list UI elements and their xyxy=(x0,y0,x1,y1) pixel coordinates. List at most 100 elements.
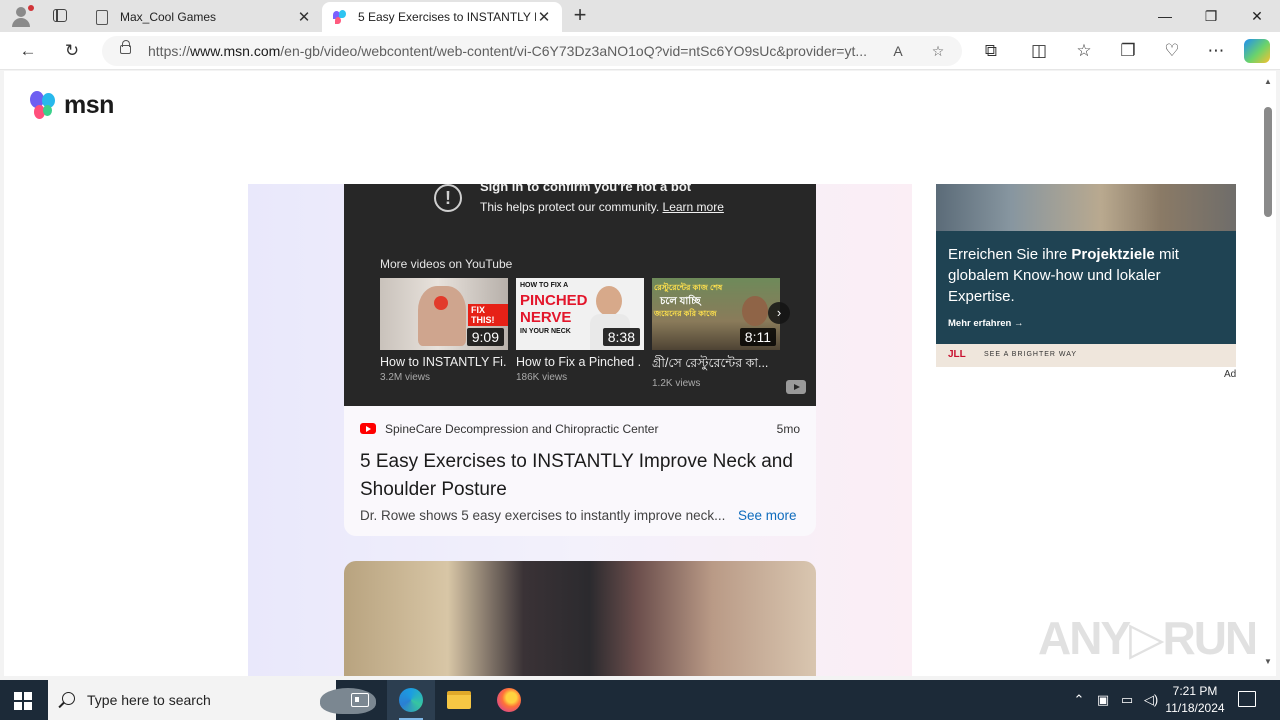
youtube-logo-icon xyxy=(360,423,376,434)
restore-button[interactable]: ❐ xyxy=(1188,0,1234,32)
firefox-icon xyxy=(497,688,521,712)
youtube-player[interactable]: ! Sign in to confirm you're not a bot Th… xyxy=(344,184,816,406)
thumbnail-caption: IN YOUR NECK xyxy=(520,328,571,335)
ad-image xyxy=(936,184,1236,231)
windows-start-icon[interactable] xyxy=(14,692,32,710)
meet-now-icon[interactable]: ▣ xyxy=(1092,680,1114,720)
signin-subtitle: This helps protect our community. Learn … xyxy=(480,200,724,214)
alert-icon: ! xyxy=(434,184,462,212)
collections-icon[interactable]: ❐ xyxy=(1114,38,1142,64)
back-arrow-icon[interactable]: ← xyxy=(14,38,42,64)
video-duration: 8:11 xyxy=(739,328,776,346)
video-views: 3.2M views xyxy=(380,372,431,383)
minimize-button[interactable]: — xyxy=(1142,0,1188,32)
new-tab-button[interactable]: + xyxy=(568,4,592,28)
thumbnail-caption: জয়েনের করি কাজে xyxy=(654,309,717,318)
video-views: 186K views xyxy=(516,372,568,383)
more-videos-heading: More videos on YouTube xyxy=(380,257,513,271)
task-view-icon xyxy=(351,693,369,707)
taskbar-edge[interactable] xyxy=(387,680,435,720)
tab-strip: Max_Cool Games ✕ 5 Easy Exercises to INS… xyxy=(0,0,1280,32)
ad-cta-link[interactable]: Mehr erfahren → xyxy=(948,318,1024,329)
folder-icon xyxy=(447,691,471,709)
search-placeholder: Type here to search xyxy=(87,692,211,708)
address-bar[interactable]: https://www.msn.com/en-gb/video/webconte… xyxy=(102,36,962,66)
clock-date: 11/18/2024 xyxy=(1165,701,1225,715)
network-icon[interactable]: ▭ xyxy=(1116,680,1138,720)
page-icon xyxy=(96,9,108,25)
msn-logo[interactable]: msn xyxy=(28,89,118,123)
taskbar-search[interactable]: Type here to search xyxy=(48,680,376,720)
video-thumbnail: রেস্টুরেন্টের কাজ শেষ চলে যাচ্ছি জয়েনের… xyxy=(652,278,780,350)
video-thumbnail: FIX THIS! 9:09 xyxy=(380,278,508,350)
thumbnail-caption: HOW TO FIX A xyxy=(520,282,569,289)
split-screen-icon[interactable]: ◫ xyxy=(1025,38,1053,64)
favorite-star-icon[interactable]: ☆ xyxy=(926,40,950,62)
notification-icon[interactable] xyxy=(1238,691,1256,707)
video-duration: 9:09 xyxy=(466,328,504,346)
browser-toolbar: ← ↻ https://www.msn.com/en-gb/video/webc… xyxy=(0,32,1280,70)
tab-max-cool-games[interactable]: Max_Cool Games ✕ xyxy=(86,2,322,32)
see-more-link[interactable]: See more xyxy=(738,508,797,523)
settings-more-icon[interactable]: ⋯ xyxy=(1202,38,1230,64)
related-video[interactable]: HOW TO FIX A PINCHED NERVE IN YOUR NECK … xyxy=(516,278,644,383)
scrollbar-thumb[interactable] xyxy=(1264,107,1272,217)
copilot-icon[interactable] xyxy=(1244,39,1270,63)
video-headline[interactable]: 5 Easy Exercises to INSTANTLY Improve Ne… xyxy=(360,448,800,504)
search-icon xyxy=(62,692,75,705)
favorites-icon[interactable]: ☆ xyxy=(1070,38,1098,64)
related-video[interactable]: রেস্টুরেন্টের কাজ শেষ চলে যাচ্ছি জয়েনের… xyxy=(652,278,780,389)
chevron-up-icon[interactable]: ⌃ xyxy=(1068,680,1090,720)
learn-more-link[interactable]: Learn more xyxy=(663,200,724,214)
edge-icon xyxy=(399,688,423,712)
video-card: ! Sign in to confirm you're not a bot Th… xyxy=(344,184,816,536)
system-clock[interactable]: 7:21 PM 11/18/2024 xyxy=(1158,683,1232,717)
tab-title: Max_Cool Games xyxy=(120,10,217,24)
video-description: Dr. Rowe shows 5 easy exercises to insta… xyxy=(360,508,726,523)
provider-name[interactable]: SpineCare Decompression and Chiropractic… xyxy=(385,422,658,436)
related-videos: FIX THIS! 9:09 How to INSTANTLY Fi... 3.… xyxy=(380,278,780,390)
msn-butterfly-icon xyxy=(332,9,348,25)
anyrun-watermark: ANY▷RUN xyxy=(1038,612,1258,664)
page-viewport: msn ! Sign in to confirm you're not a bo… xyxy=(4,71,1260,676)
youtube-icon[interactable] xyxy=(786,380,806,394)
taskbar-firefox[interactable] xyxy=(485,680,533,720)
scroll-down-icon[interactable]: ▼ xyxy=(1263,657,1273,666)
video-meta: SpineCare Decompression and Chiropractic… xyxy=(360,422,800,438)
video-duration: 8:38 xyxy=(602,328,640,346)
video-thumbnail: HOW TO FIX A PINCHED NERVE IN YOUR NECK … xyxy=(516,278,644,350)
profile-avatar-icon[interactable] xyxy=(8,4,34,28)
extensions-icon[interactable]: ⧉ xyxy=(977,38,1005,64)
ad-tagline: SEE A BRIGHTER WAY xyxy=(984,351,1078,358)
video-title: How to Fix a Pinched ... xyxy=(516,355,642,369)
close-tab-icon[interactable]: ✕ xyxy=(536,8,552,26)
ad-footer: JLL SEE A BRIGHTER WAY xyxy=(936,344,1236,367)
related-video[interactable]: FIX THIS! 9:09 How to INSTANTLY Fi... 3.… xyxy=(380,278,508,383)
lock-icon[interactable] xyxy=(120,40,131,54)
ad-label: Ad xyxy=(1224,369,1237,380)
page-scrollbar[interactable]: ▲ ▼ xyxy=(1260,71,1276,676)
thumbnail-caption: PINCHED xyxy=(520,292,588,309)
refresh-icon[interactable]: ↻ xyxy=(58,38,86,64)
taskbar-file-explorer[interactable] xyxy=(435,680,483,720)
url-text[interactable]: https://www.msn.com/en-gb/video/webconte… xyxy=(148,43,878,59)
jll-logo: JLL xyxy=(948,349,966,360)
scroll-up-icon[interactable]: ▲ xyxy=(1263,77,1273,86)
clock-time: 7:21 PM xyxy=(1172,684,1218,698)
windows-taskbar: Type here to search ⌃ ▣ ▭ ◁) 7:21 PM 11/… xyxy=(0,680,1280,720)
publish-age: 5mo xyxy=(776,422,800,436)
tab-actions-icon[interactable] xyxy=(48,6,72,26)
advertisement[interactable]: Erreichen Sie ihre Projektziele mit glob… xyxy=(936,184,1236,367)
close-tab-icon[interactable]: ✕ xyxy=(296,8,312,26)
chevron-right-icon[interactable]: › xyxy=(768,302,790,324)
signin-title: Sign in to confirm you're not a bot xyxy=(480,184,692,194)
thumbnail-caption: NERVE xyxy=(520,309,572,326)
browser-essentials-icon[interactable]: ♡ xyxy=(1158,38,1186,64)
task-view-button[interactable] xyxy=(336,680,384,720)
next-video-card[interactable] xyxy=(344,561,816,676)
msn-wordmark: msn xyxy=(64,91,114,119)
read-aloud-icon[interactable]: A xyxy=(886,40,910,62)
tab-title: 5 Easy Exercises to INSTANTLY Im xyxy=(358,10,536,24)
tab-msn-video[interactable]: 5 Easy Exercises to INSTANTLY Im ✕ xyxy=(322,2,562,32)
close-window-button[interactable]: ✕ xyxy=(1234,0,1280,32)
